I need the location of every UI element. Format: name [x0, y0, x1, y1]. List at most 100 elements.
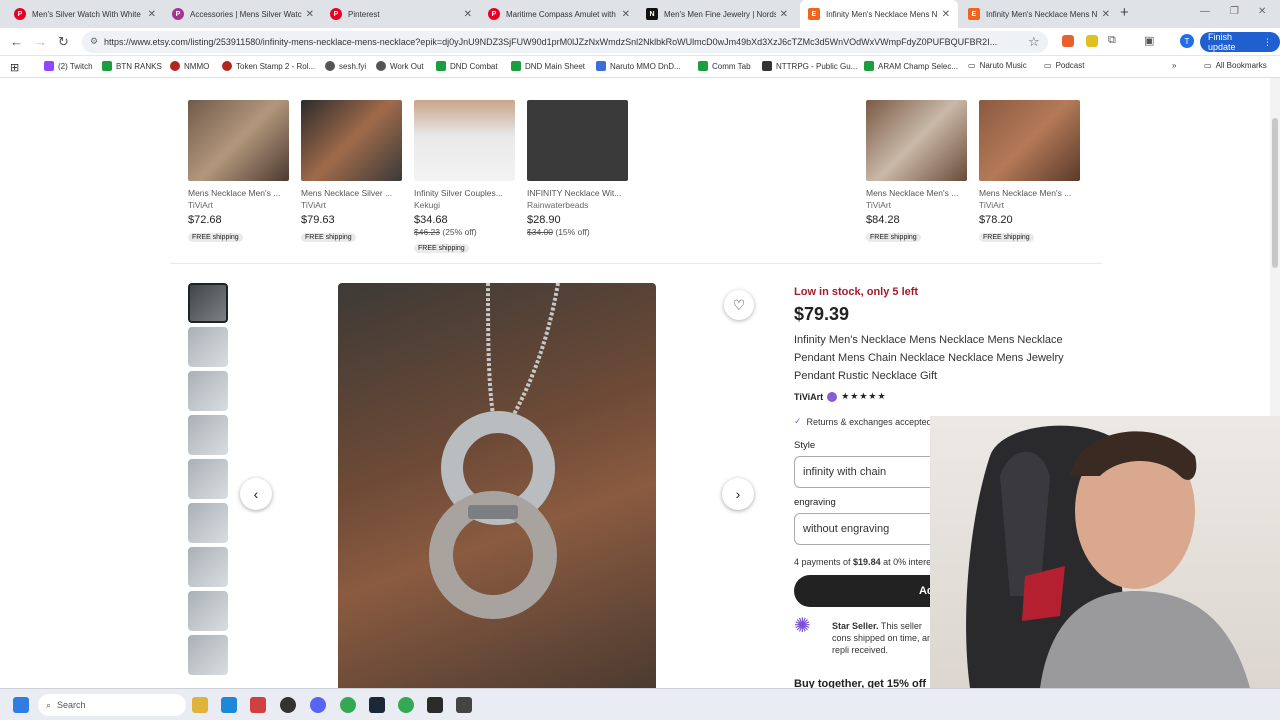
- bookmark-label: Comm Tab: [712, 61, 751, 71]
- seller-name[interactable]: TiViArt: [794, 392, 823, 402]
- bookmark-item[interactable]: DND Main Sheet: [511, 61, 585, 71]
- window-close-icon[interactable]: ✕: [1258, 6, 1266, 17]
- close-icon[interactable]: ✕: [464, 9, 472, 20]
- next-image-button[interactable]: ›: [722, 478, 754, 510]
- thumbnail[interactable]: [188, 415, 228, 455]
- bookmark-item[interactable]: NMMO: [170, 61, 209, 71]
- address-bar[interactable]: ⚙ https://www.etsy.com/listing/253911580…: [82, 31, 1048, 53]
- windows-taskbar: ⌕ Search: [0, 688, 1280, 720]
- finish-update-button[interactable]: Finish update ⋮: [1200, 32, 1280, 52]
- bookmark-item[interactable]: sesh.fyi: [325, 61, 366, 71]
- rating-stars[interactable]: ★★★★★: [841, 391, 886, 402]
- similar-item-card[interactable]: INFINITY Necklace Wit... Rainwaterbeads …: [527, 100, 629, 237]
- necklace-pendant-illustration: [429, 283, 560, 619]
- browser-tab[interactable]: P Men's Silver Watch With White ✕: [6, 0, 164, 28]
- all-bookmarks[interactable]: ▭ All Bookmarks: [1204, 61, 1267, 70]
- thumbnail[interactable]: [188, 371, 228, 411]
- close-icon[interactable]: ✕: [942, 9, 950, 20]
- thumbnail[interactable]: [188, 635, 228, 675]
- thumbnail-list: [188, 283, 229, 679]
- returns-text: Returns & exchanges accepted: [806, 416, 932, 427]
- back-icon[interactable]: ←: [10, 34, 23, 49]
- thumbnail[interactable]: [188, 459, 228, 499]
- thumbnail[interactable]: [188, 503, 228, 543]
- obs-icon[interactable]: [280, 697, 296, 713]
- bookmark-folder[interactable]: ▭ Podcast: [1044, 61, 1084, 70]
- close-icon[interactable]: ✕: [148, 9, 156, 20]
- thumbnail-selected[interactable]: [188, 283, 228, 323]
- thumbnail[interactable]: [188, 547, 228, 587]
- item-title: Mens Necklace Men's ...: [866, 188, 959, 198]
- seller-row: TiViArt ★★★★★: [794, 391, 1094, 402]
- close-icon[interactable]: ✕: [622, 9, 630, 20]
- site-info-icon[interactable]: ⚙: [90, 36, 98, 47]
- discord-icon[interactable]: [310, 697, 326, 713]
- bookmark-item[interactable]: ARAM Champ Selec...: [864, 61, 958, 71]
- reload-icon[interactable]: ↻: [58, 34, 69, 50]
- main-product-image[interactable]: [338, 283, 656, 688]
- app-icon[interactable]: [456, 697, 472, 713]
- browser-tab[interactable]: E Infinity Men's Necklace Mens N ✕: [960, 0, 1118, 28]
- bookmark-item[interactable]: Comm Tab: [698, 61, 751, 71]
- item-price: $79.63: [301, 214, 335, 226]
- thumbnail[interactable]: [188, 591, 228, 631]
- folder-icon: ▭: [1044, 61, 1052, 70]
- heart-icon: ♡: [732, 296, 746, 313]
- browser-tab[interactable]: P Accessories | Mens Silver Watch ✕: [164, 0, 322, 28]
- steam-icon[interactable]: [369, 697, 385, 713]
- apps-grid-icon[interactable]: ⊞: [10, 61, 19, 74]
- finish-update-label: Finish update: [1208, 32, 1236, 52]
- similar-item-card[interactable]: Infinity Silver Couples... Kekugi $34.68…: [414, 100, 516, 255]
- strikethrough-price: $34.00: [527, 227, 553, 237]
- file-explorer-icon[interactable]: [192, 697, 208, 713]
- similar-item-card[interactable]: Mens Necklace Men's ... TiViArt $78.20 F…: [979, 100, 1081, 244]
- similar-item-card[interactable]: Mens Necklace Silver ... TiViArt $79.63 …: [301, 100, 403, 244]
- side-panel-icon[interactable]: ▣: [1144, 34, 1154, 47]
- extensions-puzzle-icon[interactable]: ⧉: [1108, 34, 1116, 47]
- thumbnail[interactable]: [188, 327, 228, 367]
- favorite-button[interactable]: ♡: [724, 290, 754, 320]
- discount-label: (25% off): [442, 227, 477, 237]
- app-icon[interactable]: [250, 697, 266, 713]
- item-title: Infinity Silver Couples...: [414, 188, 503, 198]
- app-icon[interactable]: [427, 697, 443, 713]
- minimize-icon[interactable]: —: [1200, 6, 1210, 17]
- close-icon[interactable]: ✕: [780, 9, 788, 20]
- similar-item-card[interactable]: Mens Necklace Men's ... TiViArt $72.68 F…: [188, 100, 290, 244]
- chrome-icon[interactable]: [340, 697, 356, 713]
- bookmark-item[interactable]: (2) Twitch: [44, 61, 93, 71]
- shop-name: Kekugi: [414, 200, 440, 210]
- close-icon[interactable]: ✕: [306, 9, 314, 20]
- similar-item-card[interactable]: Mens Necklace Men's ... TiViArt $84.28 F…: [866, 100, 968, 244]
- bookmark-star-icon[interactable]: ☆: [1028, 34, 1040, 50]
- chevron-right-icon[interactable]: »: [1172, 61, 1176, 70]
- extension-icon[interactable]: [1086, 35, 1098, 47]
- chrome-icon[interactable]: [398, 697, 414, 713]
- bookmark-item[interactable]: DND Combat: [436, 61, 498, 71]
- previous-image-button[interactable]: ‹: [240, 478, 272, 510]
- extension-icon[interactable]: [1062, 35, 1074, 47]
- app-icon[interactable]: [221, 697, 237, 713]
- forward-icon[interactable]: →: [34, 34, 47, 49]
- bookmark-item[interactable]: Naruto MMO DnD...: [596, 61, 681, 71]
- taskbar-search[interactable]: ⌕ Search: [38, 694, 186, 716]
- close-icon[interactable]: ✕: [1102, 9, 1110, 20]
- windows-start-icon[interactable]: [13, 697, 29, 713]
- bookmark-item[interactable]: Token Stamp 2 - Rol...: [222, 61, 315, 71]
- scrollbar-thumb[interactable]: [1272, 118, 1278, 268]
- item-title: Mens Necklace Silver ...: [301, 188, 393, 198]
- bookmark-item[interactable]: BTN RANKS: [102, 61, 162, 71]
- browser-tab[interactable]: P Pinterest ✕: [322, 0, 480, 28]
- browser-tab[interactable]: N Men's Men Fine Jewelry | Nordst ✕: [638, 0, 796, 28]
- profile-avatar[interactable]: T: [1180, 34, 1194, 48]
- browser-tab[interactable]: P Maritime Compass Amulet with ✕: [480, 0, 638, 28]
- style-value: infinity with chain: [803, 466, 887, 478]
- new-tab-button[interactable]: +: [1120, 4, 1129, 21]
- bookmark-folder[interactable]: ▭ Naruto Music: [968, 61, 1027, 70]
- tab-title: Men's Silver Watch With White: [32, 9, 141, 19]
- maximize-icon[interactable]: ❐: [1230, 6, 1239, 17]
- pinterest-icon: P: [488, 8, 500, 20]
- browser-tab-active[interactable]: E Infinity Men's Necklace Mens N ✕: [800, 0, 958, 28]
- bookmark-item[interactable]: NTTRPG - Public Gu...: [762, 61, 857, 71]
- bookmark-item[interactable]: Work Out: [376, 61, 424, 71]
